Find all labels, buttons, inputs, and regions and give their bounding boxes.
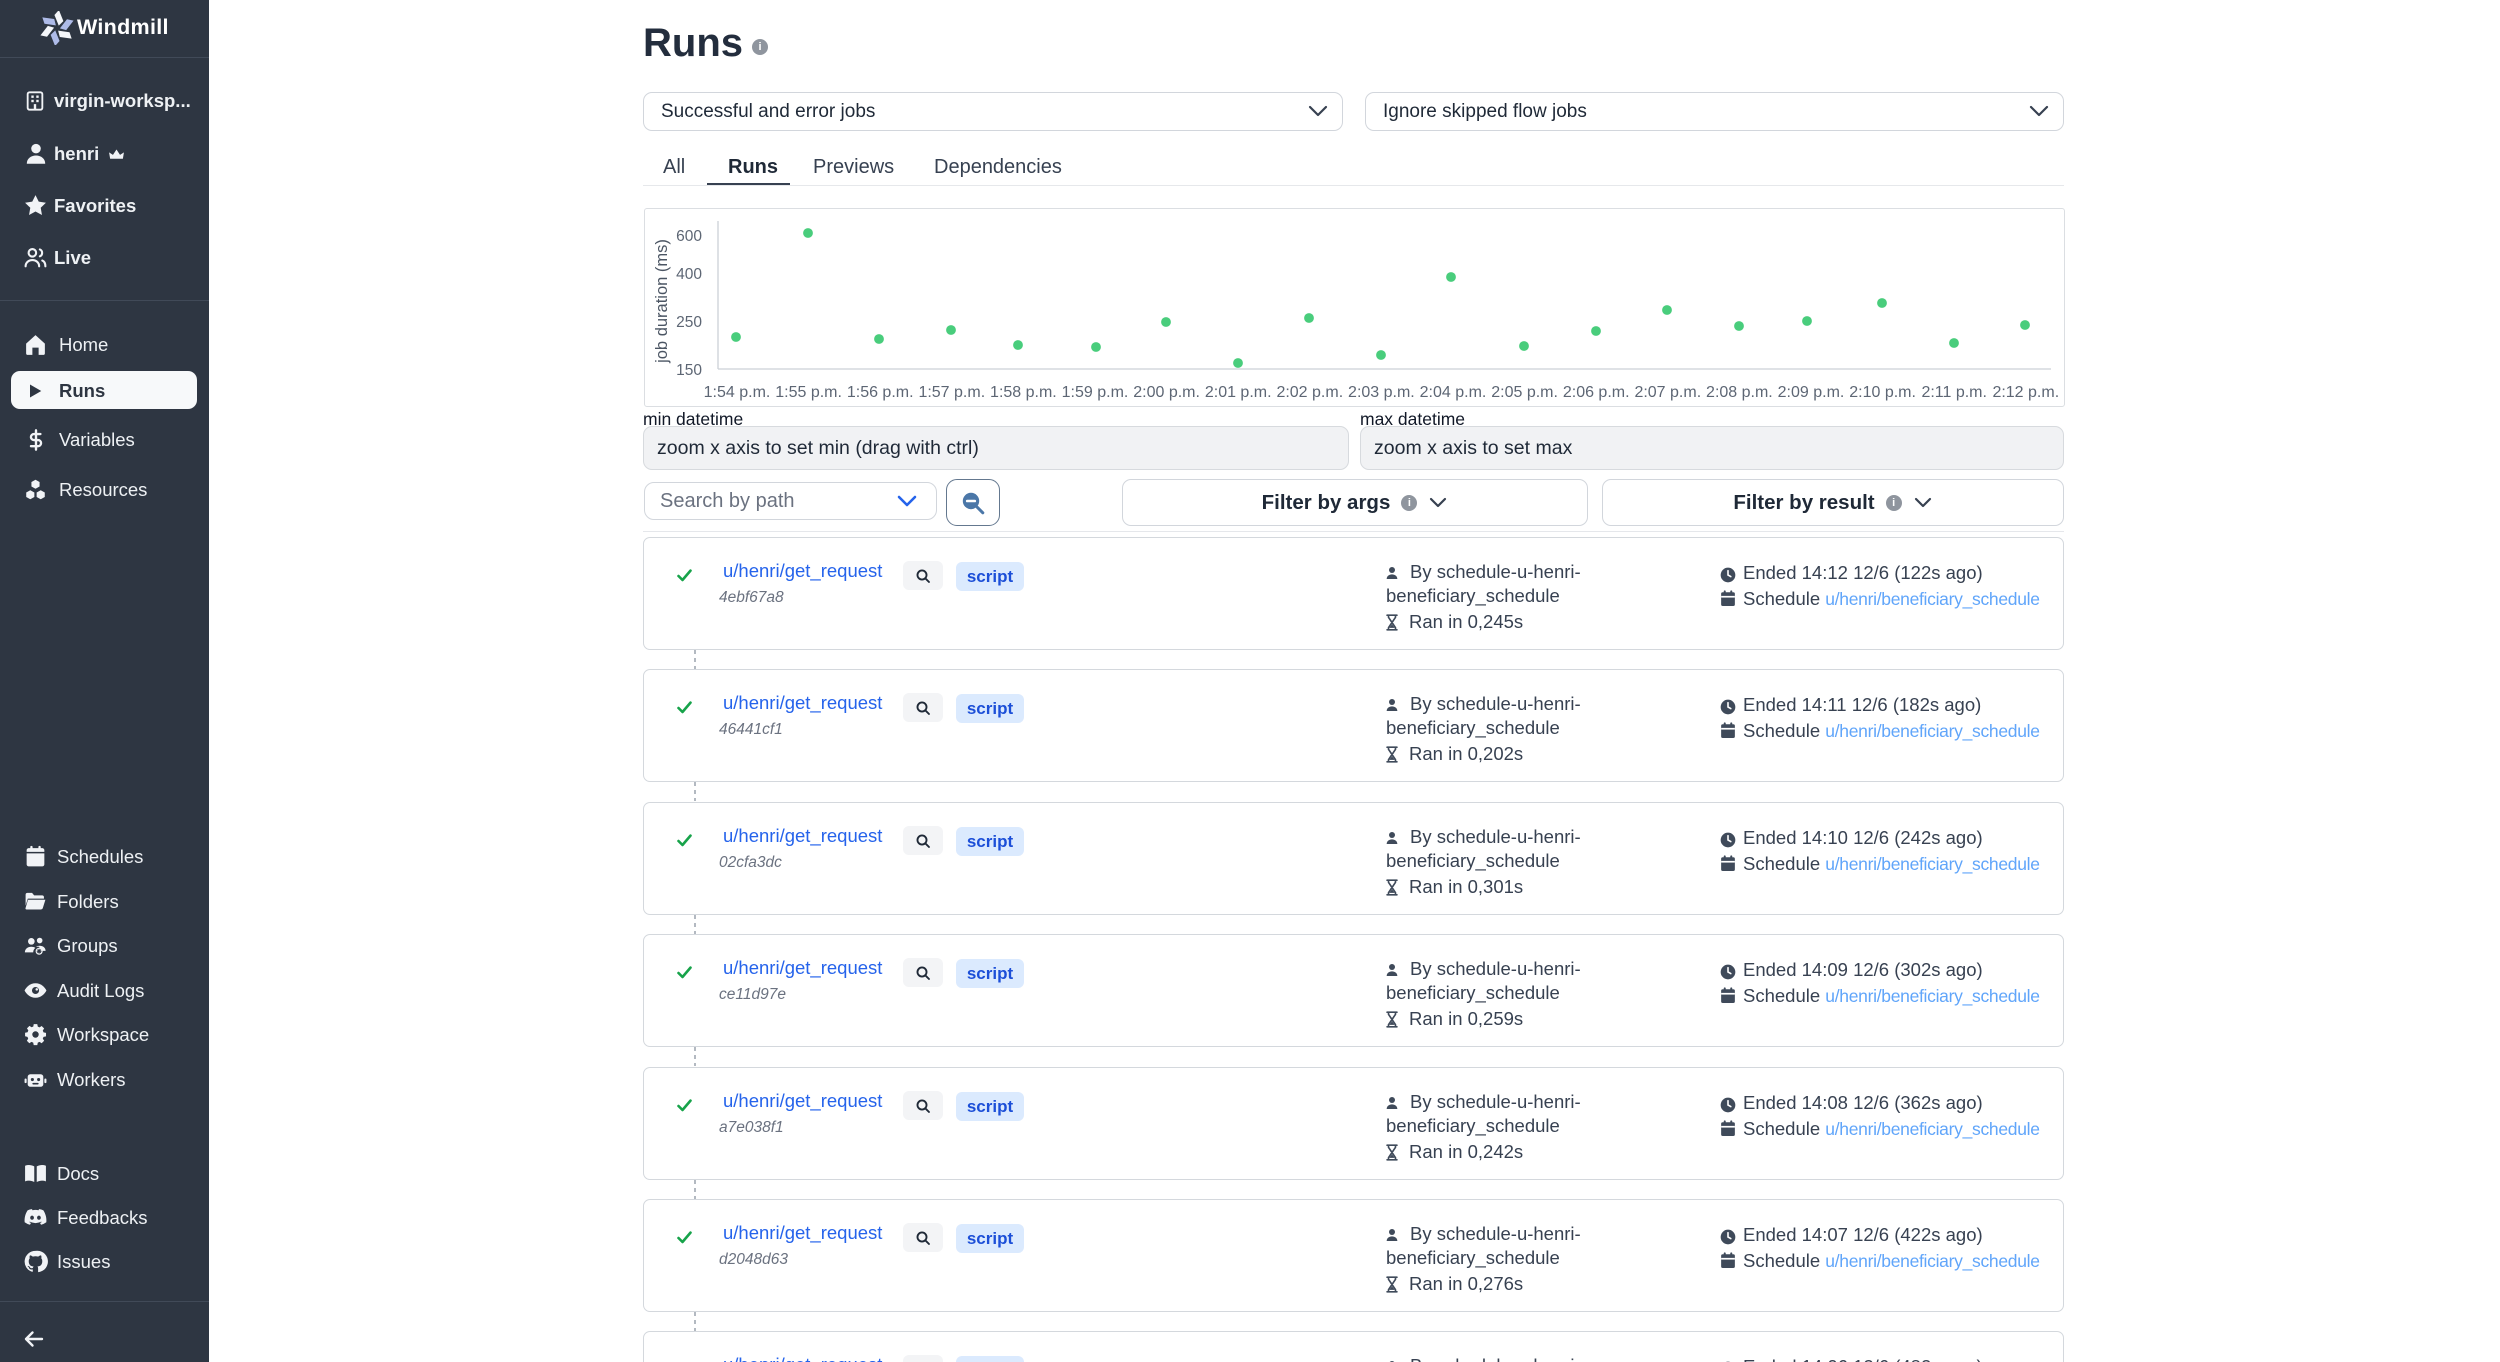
svg-text:2:10 p.m.: 2:10 p.m. [1849,384,1916,401]
svg-text:2:02 p.m.: 2:02 p.m. [1276,384,1343,401]
svg-text:2:08 p.m.: 2:08 p.m. [1706,384,1773,401]
svg-text:400: 400 [676,266,702,283]
svg-text:2:04 p.m.: 2:04 p.m. [1420,384,1487,401]
svg-text:1:54 p.m.: 1:54 p.m. [704,384,771,401]
svg-text:2:00 p.m.: 2:00 p.m. [1133,384,1200,401]
svg-text:2:01 p.m.: 2:01 p.m. [1205,384,1272,401]
svg-text:150: 150 [676,362,702,379]
svg-text:2:11 p.m.: 2:11 p.m. [1921,384,1987,401]
svg-text:1:55 p.m.: 1:55 p.m. [775,384,842,401]
svg-text:1:56 p.m.: 1:56 p.m. [847,384,914,401]
svg-text:2:06 p.m.: 2:06 p.m. [1563,384,1630,401]
svg-text:250: 250 [676,314,702,331]
svg-text:1:59 p.m.: 1:59 p.m. [1062,384,1129,401]
svg-text:2:09 p.m.: 2:09 p.m. [1778,384,1845,401]
svg-text:1:57 p.m.: 1:57 p.m. [918,384,985,401]
svg-text:job duration (ms): job duration (ms) [653,239,671,364]
svg-text:2:03 p.m.: 2:03 p.m. [1348,384,1415,401]
svg-text:2:05 p.m.: 2:05 p.m. [1491,384,1558,401]
svg-text:2:12 p.m.: 2:12 p.m. [1992,384,2059,401]
svg-text:600: 600 [676,228,702,245]
svg-text:1:58 p.m.: 1:58 p.m. [990,384,1057,401]
svg-text:2:07 p.m.: 2:07 p.m. [1634,384,1701,401]
